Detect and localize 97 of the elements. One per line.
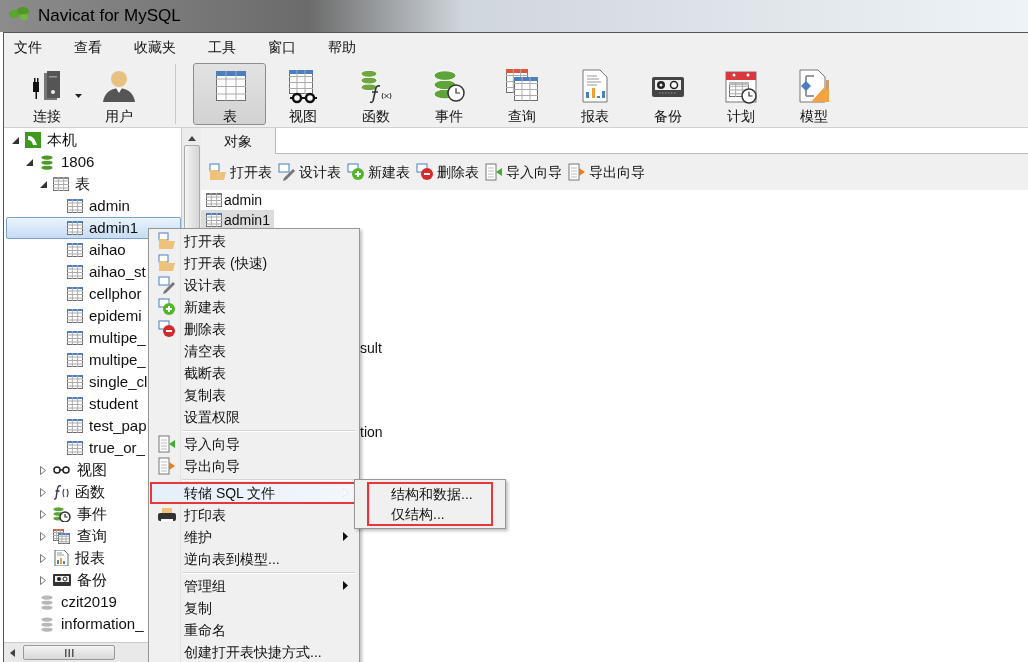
- database-clock-icon: [430, 68, 467, 104]
- collapsed-arrow-icon[interactable]: [40, 553, 46, 563]
- table-icon: [67, 374, 83, 390]
- toolbar-button[interactable]: 导出向导: [568, 161, 645, 183]
- export-icon: [158, 457, 176, 475]
- table-icon: [206, 212, 222, 228]
- export-icon: [568, 163, 586, 181]
- table-icon: [67, 286, 83, 302]
- toolbar-button[interactable]: 打开表: [209, 161, 272, 183]
- scroll-up-icon[interactable]: [187, 136, 196, 141]
- collapsed-arrow-icon[interactable]: [40, 531, 46, 541]
- import-icon: [485, 163, 503, 181]
- database-function-icon: [357, 68, 394, 104]
- submenu-arrow-icon: [343, 488, 348, 497]
- collapsed-arrow-icon[interactable]: [40, 575, 46, 585]
- toolbar-button[interactable]: 新建表: [347, 161, 410, 183]
- function-icon: [53, 484, 69, 500]
- menu-item[interactable]: 结构和数据...: [369, 484, 491, 504]
- table-icon: [67, 198, 83, 214]
- expanded-arrow-icon[interactable]: [25, 158, 33, 166]
- object-name: tion: [360, 422, 383, 442]
- expanded-arrow-icon[interactable]: [39, 180, 47, 188]
- toolbar-button[interactable]: 设计表: [278, 161, 341, 183]
- menu-item[interactable]: 创建打开表快捷方式...: [150, 641, 358, 662]
- toolbar-button[interactable]: 视图: [266, 63, 339, 125]
- submenu-arrow-icon: [343, 581, 348, 590]
- grip-icon: [64, 648, 74, 657]
- toolbar-button[interactable]: 事件: [412, 63, 485, 125]
- collapsed-arrow-icon[interactable]: [40, 465, 46, 475]
- table-plus-icon: [158, 298, 176, 316]
- collapsed-arrow-icon[interactable]: [40, 509, 46, 519]
- table-folder-icon: [158, 232, 176, 250]
- menu-item[interactable]: 窗口: [262, 36, 302, 58]
- table-plus-icon: [347, 163, 365, 181]
- submenu-arrow-icon: [343, 532, 348, 541]
- table-minus-icon: [158, 320, 176, 338]
- table-pencil-icon: [278, 163, 296, 181]
- tree-item[interactable]: 1806: [4, 151, 181, 173]
- object-name: sult: [360, 338, 382, 358]
- calendar-icon: [722, 68, 759, 104]
- table-pencil-icon: [158, 276, 176, 294]
- printer-icon: [158, 506, 176, 524]
- tab[interactable]: 对象: [201, 128, 276, 154]
- tree-item[interactable]: admin1: [6, 217, 181, 239]
- tables-icon: [503, 68, 540, 104]
- import-icon: [158, 435, 176, 453]
- table-icon: [67, 352, 83, 368]
- window-title: Navicat for MySQL: [38, 5, 181, 28]
- table-icon: [67, 264, 83, 280]
- toolbar-button[interactable]: 备份: [631, 63, 704, 125]
- report-icon: [53, 550, 69, 566]
- database-icon: [39, 594, 55, 610]
- tree-item[interactable]: admin: [4, 195, 181, 217]
- caret-icon[interactable]: [75, 94, 82, 99]
- scroll-left-icon[interactable]: [10, 648, 15, 657]
- cassette-icon: [53, 572, 71, 588]
- table-folder-icon: [209, 163, 227, 181]
- menu-item[interactable]: 仅结构...: [369, 504, 491, 524]
- leaf-logo-icon: [8, 5, 30, 21]
- database-icon: [39, 154, 55, 170]
- connection-icon: [25, 132, 41, 148]
- table-icon: [206, 192, 222, 208]
- tree-item[interactable]: 本机: [4, 129, 181, 151]
- menu-item[interactable]: 工具: [202, 36, 242, 58]
- table-icon: [67, 418, 83, 434]
- toolbar-button[interactable]: 连接: [11, 63, 83, 125]
- table-folder-icon: [158, 254, 176, 272]
- tree-item[interactable]: 表: [4, 173, 181, 195]
- toolbar-button[interactable]: 查询: [485, 63, 558, 125]
- toolbar-button[interactable]: 模型: [777, 63, 850, 125]
- menu-item[interactable]: 文件: [8, 36, 48, 58]
- table-icon: [67, 396, 83, 412]
- toolbar-button[interactable]: 表: [193, 63, 266, 125]
- user-icon: [101, 68, 137, 104]
- tables-icon: [53, 528, 71, 544]
- table-icon: [67, 330, 83, 346]
- collapsed-arrow-icon[interactable]: [40, 487, 46, 497]
- table-icon: [67, 220, 83, 236]
- database-icon: [39, 616, 55, 632]
- table-icon: [67, 440, 83, 456]
- toolbar-button[interactable]: 删除表: [416, 161, 479, 183]
- expanded-arrow-icon[interactable]: [11, 136, 19, 144]
- table-icon: [67, 242, 83, 258]
- table-minus-icon: [416, 163, 434, 181]
- menu-item[interactable]: 收藏夹: [128, 36, 182, 58]
- table-icon: [67, 308, 83, 324]
- scroll-thumb[interactable]: [23, 645, 115, 660]
- toolbar-button[interactable]: 报表: [558, 63, 631, 125]
- table-icon: [53, 176, 69, 192]
- menu-item[interactable]: 查看: [68, 36, 108, 58]
- toolbar-button[interactable]: 函数: [339, 63, 412, 125]
- menu-item[interactable]: 帮助: [322, 36, 362, 58]
- object-item[interactable]: admin1: [201, 210, 274, 230]
- toolbar-button[interactable]: 导入向导: [485, 161, 562, 183]
- database-clock-icon: [53, 506, 71, 522]
- toolbar-button[interactable]: 计划: [704, 63, 777, 125]
- toolbar-button[interactable]: 用户: [83, 63, 155, 125]
